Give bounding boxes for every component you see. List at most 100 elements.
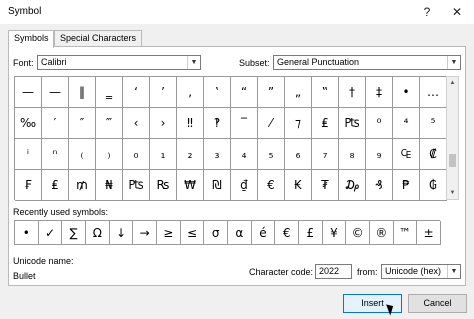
symbol-cell[interactable]: ₱ <box>393 170 420 201</box>
symbol-cell[interactable]: ₅ <box>258 139 285 170</box>
recent-symbol[interactable]: £ <box>299 221 323 245</box>
symbol-cell[interactable]: „ <box>285 77 312 108</box>
font-select[interactable]: Calibri ▼ <box>37 55 201 70</box>
symbol-cell[interactable]: ₎ <box>96 139 123 170</box>
symbol-cell[interactable]: ⁱ <box>15 139 42 170</box>
symbol-cell[interactable]: ₍ <box>69 139 96 170</box>
symbol-cell[interactable]: ₈ <box>339 139 366 170</box>
symbol-cell[interactable]: ‘ <box>123 77 150 108</box>
symbol-cell[interactable]: ″ <box>69 108 96 139</box>
symbol-cell[interactable]: ‴ <box>96 108 123 139</box>
symbol-cell[interactable]: — <box>42 77 69 108</box>
symbol-cell[interactable]: › <box>150 108 177 139</box>
recent-symbol[interactable]: • <box>15 221 39 245</box>
symbol-cell[interactable]: ⁊ <box>285 108 312 139</box>
symbol-cell[interactable]: ₡ <box>420 139 447 170</box>
symbol-cell[interactable]: ₣ <box>15 170 42 201</box>
recent-symbol[interactable]: ≥ <box>157 221 181 245</box>
symbol-cell[interactable]: ₧ <box>123 170 150 201</box>
recent-symbols: • ✓ ∑ Ω ↓ → ≥ ≤ σ α é € £ ¥ © ® ™ ± <box>14 220 441 245</box>
symbol-cell[interactable]: ₁ <box>150 139 177 170</box>
symbol-cell[interactable]: ‟ <box>312 77 339 108</box>
symbol-cell[interactable]: ₩ <box>177 170 204 201</box>
close-icon[interactable]: ✕ <box>444 2 470 22</box>
symbol-cell[interactable]: ₂ <box>177 139 204 170</box>
symbol-cell[interactable]: ⁴ <box>393 108 420 139</box>
from-select[interactable]: Unicode (hex) ▼ <box>381 264 461 279</box>
chevron-down-icon: ▼ <box>187 56 200 69</box>
cancel-button-label: Cancel <box>423 298 452 308</box>
recent-symbol[interactable]: © <box>346 221 370 245</box>
help-button[interactable]: ? <box>414 2 440 22</box>
scroll-down-icon[interactable]: ▼ <box>447 187 458 199</box>
recent-symbol[interactable]: ¥ <box>322 221 347 245</box>
symbol-cell[interactable]: “ <box>231 77 258 108</box>
symbol-cell[interactable]: ‛ <box>204 77 231 108</box>
symbol-cell[interactable]: ′ <box>42 108 69 139</box>
symbol-cell[interactable]: ‹ <box>123 108 150 139</box>
symbol-cell[interactable]: ⁄ <box>258 108 285 139</box>
tab-special-characters[interactable]: Special Characters <box>54 30 142 47</box>
symbol-cell[interactable]: ₠ <box>393 139 420 170</box>
symbol-cell[interactable]: ₤ <box>42 170 69 201</box>
recent-symbol[interactable]: ✓ <box>38 221 63 245</box>
recent-symbol[interactable]: € <box>275 221 299 245</box>
scroll-thumb[interactable] <box>449 154 456 167</box>
symbol-cell[interactable]: ₮ <box>312 170 339 201</box>
tab-symbols-label: Symbols <box>14 33 49 43</box>
symbol-cell[interactable]: ⁰ <box>366 108 393 139</box>
scroll-up-icon[interactable]: ▲ <box>447 77 458 89</box>
symbol-cell[interactable]: ⁿ <box>42 139 69 170</box>
symbol-cell[interactable]: ‗ <box>96 77 123 108</box>
character-code-input[interactable]: 2022 <box>315 264 352 279</box>
grid-scrollbar[interactable]: ▲ ▼ <box>446 76 459 200</box>
symbol-cell[interactable]: ₭ <box>285 170 312 201</box>
symbol-cell[interactable]: ₰ <box>366 170 393 201</box>
symbol-cell[interactable]: ₃ <box>204 139 231 170</box>
subset-label: Subset: <box>239 58 270 68</box>
symbol-cell[interactable]: ₆ <box>285 139 312 170</box>
recent-symbol[interactable]: ∑ <box>62 221 86 245</box>
recent-symbol[interactable]: ≤ <box>180 221 205 245</box>
recent-symbol[interactable]: ® <box>370 221 394 245</box>
symbol-cell[interactable]: … <box>420 77 447 108</box>
symbol-cell[interactable]: ₀ <box>123 139 150 170</box>
symbol-cell[interactable]: ₤ <box>312 108 339 139</box>
symbol-cell[interactable]: ‾ <box>231 108 258 139</box>
recent-symbol[interactable]: Ω <box>86 221 110 245</box>
symbol-cell[interactable]: ‽ <box>204 108 231 139</box>
symbol-cell[interactable]: † <box>339 77 366 108</box>
recent-symbol[interactable]: α <box>228 221 252 245</box>
symbol-cell[interactable]: ₲ <box>420 170 447 201</box>
recent-symbol[interactable]: ± <box>417 221 441 245</box>
subset-select[interactable]: General Punctuation ▼ <box>273 55 461 70</box>
symbol-cell[interactable]: ⁵ <box>420 108 447 139</box>
symbol-cell[interactable]: ₥ <box>69 170 96 201</box>
symbol-cell[interactable]: ‖ <box>69 77 96 108</box>
symbol-cell[interactable]: • <box>393 77 420 108</box>
recent-symbol[interactable]: ↓ <box>109 221 134 245</box>
recent-symbol[interactable]: é <box>251 221 276 245</box>
symbol-cell[interactable]: ₯ <box>339 170 366 201</box>
recent-symbol[interactable]: ™ <box>393 221 418 245</box>
tab-symbols[interactable]: Symbols <box>8 30 54 48</box>
symbol-cell[interactable]: ‰ <box>15 108 42 139</box>
symbol-cell[interactable]: ₄ <box>231 139 258 170</box>
symbol-cell[interactable]: ₦ <box>96 170 123 201</box>
symbol-cell[interactable]: ₨ <box>150 170 177 201</box>
recent-symbol[interactable]: → <box>133 221 157 245</box>
symbol-cell[interactable]: ₧ <box>339 108 366 139</box>
recent-symbol[interactable]: σ <box>204 221 228 245</box>
symbol-cell[interactable]: ₇ <box>312 139 339 170</box>
symbol-cell[interactable]: ‼ <box>177 108 204 139</box>
symbol-cell[interactable]: ₉ <box>366 139 393 170</box>
symbol-cell[interactable]: ‡ <box>366 77 393 108</box>
symbol-cell[interactable]: € <box>258 170 285 201</box>
symbol-cell[interactable]: ” <box>258 77 285 108</box>
symbol-cell[interactable]: ‚ <box>177 77 204 108</box>
symbol-cell[interactable]: — <box>15 77 42 108</box>
cancel-button[interactable]: Cancel <box>408 294 467 313</box>
symbol-cell[interactable]: ’ <box>150 77 177 108</box>
symbol-cell[interactable]: ₪ <box>204 170 231 201</box>
symbol-cell[interactable]: ₫ <box>231 170 258 201</box>
